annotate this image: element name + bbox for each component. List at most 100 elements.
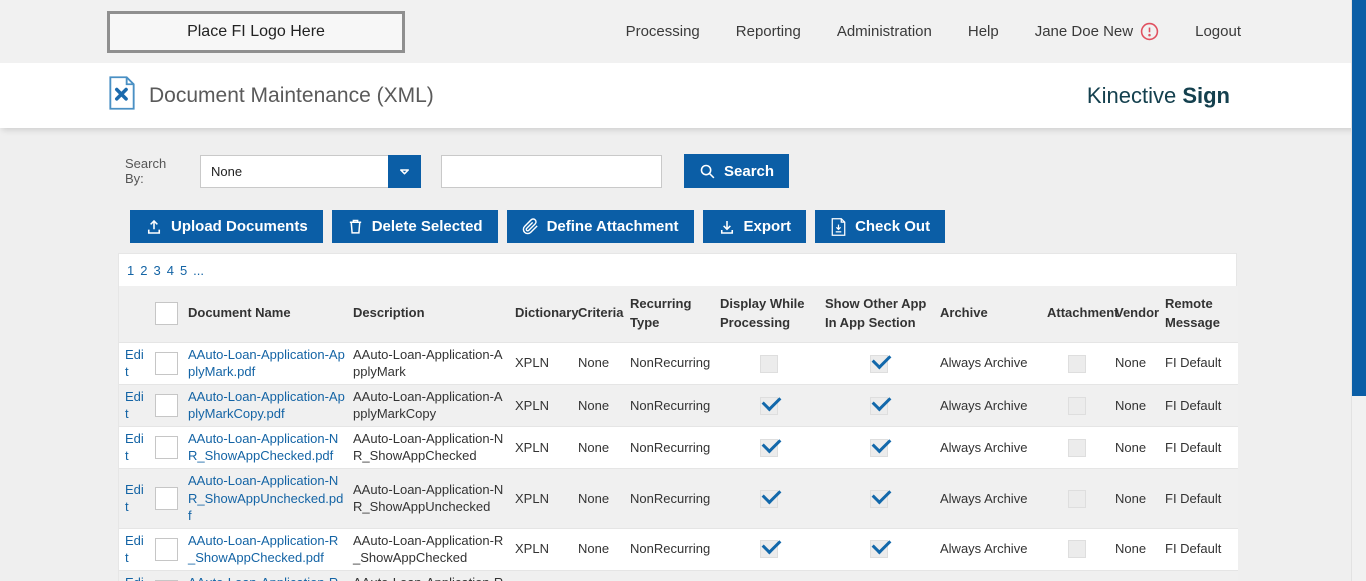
edit-link[interactable]: Edit — [125, 575, 144, 581]
page-link-1[interactable]: 1 — [127, 263, 134, 278]
check-out-label: Check Out — [855, 218, 930, 235]
alert-circle-icon — [1140, 22, 1159, 41]
table-row: Edit AAuto-Loan-Application-ApplyMarkCop… — [119, 384, 1238, 426]
document-name-link[interactable]: AAuto-Loan-Application-ApplyMark.pdf — [188, 347, 345, 380]
page-link-4[interactable]: 4 — [167, 263, 174, 278]
table-body: Edit AAuto-Loan-Application-ApplyMark.pd… — [119, 342, 1238, 581]
attachment-checkbox — [1068, 397, 1086, 415]
delete-selected-button[interactable]: Delete Selected — [332, 210, 498, 243]
pagination: 12345... — [119, 254, 1236, 286]
vertical-scrollbar[interactable] — [1351, 0, 1366, 581]
table-header-row: Document Name Description Dictionary Cri… — [119, 286, 1238, 342]
archive-cell: Always Archive — [936, 342, 1043, 384]
page-link-more[interactable]: ... — [193, 263, 204, 278]
edit-link[interactable]: Edit — [125, 533, 144, 566]
recurring-type-cell: NonRecurring — [626, 528, 716, 570]
document-name-link[interactable]: AAuto-Loan-Application-ApplyMarkCopy.pdf — [188, 389, 345, 422]
archive-cell: Always Archive — [936, 570, 1043, 581]
search-input[interactable] — [441, 155, 662, 188]
page-title: Document Maintenance (XML) — [149, 84, 434, 108]
archive-cell: Always Archive — [936, 384, 1043, 426]
fi-logo-placeholder: Place FI Logo Here — [107, 11, 405, 53]
table-row: Edit AAuto-Loan-Application-R_ShowAppUnc… — [119, 570, 1238, 581]
recurring-type-cell: NonRecurring — [626, 384, 716, 426]
recurring-type-cell: NonRecurring — [626, 468, 716, 528]
page-link-3[interactable]: 3 — [153, 263, 160, 278]
header-archive: Archive — [936, 286, 1043, 342]
criteria-cell: None — [574, 570, 626, 581]
remote-message-cell: FI Default — [1161, 570, 1238, 581]
header-criteria: Criteria — [574, 286, 626, 342]
documents-table-panel: 12345... Document Name Description Dicti… — [118, 253, 1237, 581]
select-all-checkbox[interactable] — [155, 302, 178, 325]
select-all-checkbox-cell — [151, 286, 184, 342]
define-attachment-button[interactable]: Define Attachment — [507, 210, 694, 243]
header-attachment: Attachment — [1043, 286, 1111, 342]
nav-reporting[interactable]: Reporting — [736, 23, 801, 40]
check-out-button[interactable]: Check Out — [815, 210, 945, 243]
delete-selected-label: Delete Selected — [372, 218, 483, 235]
logout-link[interactable]: Logout — [1195, 23, 1241, 40]
define-attachment-label: Define Attachment — [547, 218, 679, 235]
search-button[interactable]: Search — [684, 154, 789, 188]
dictionary-cell: XPLN — [511, 528, 574, 570]
edit-link[interactable]: Edit — [125, 431, 144, 464]
show-other-app-checkbox — [870, 355, 888, 373]
table-row: Edit AAuto-Loan-Application-NR_ShowAppCh… — [119, 426, 1238, 468]
action-toolbar: Upload Documents Delete Selected Define … — [130, 210, 1366, 243]
row-select-checkbox[interactable] — [155, 487, 178, 510]
search-by-label: Search By: — [125, 156, 188, 186]
chevron-down-icon[interactable] — [388, 155, 421, 188]
trash-icon — [347, 218, 364, 235]
nav-administration[interactable]: Administration — [837, 23, 932, 40]
nav-help[interactable]: Help — [968, 23, 999, 40]
document-name-link[interactable]: AAuto-Loan-Application-NR_ShowAppChecked… — [188, 431, 338, 464]
row-select-checkbox[interactable] — [155, 394, 178, 417]
recurring-type-cell: NonRecurring — [626, 342, 716, 384]
nav-processing[interactable]: Processing — [626, 23, 700, 40]
row-select-checkbox[interactable] — [155, 538, 178, 561]
show-other-app-checkbox — [870, 540, 888, 558]
upload-documents-button[interactable]: Upload Documents — [130, 210, 323, 243]
upload-documents-label: Upload Documents — [171, 218, 308, 235]
scrollbar-thumb[interactable] — [1352, 0, 1366, 396]
user-menu[interactable]: Jane Doe New — [1035, 22, 1159, 41]
archive-cell: Always Archive — [936, 468, 1043, 528]
display-while-processing-checkbox — [760, 439, 778, 457]
document-name-link[interactable]: AAuto-Loan-Application-R_ShowAppUnchecke… — [188, 575, 338, 581]
page-link-5[interactable]: 5 — [180, 263, 187, 278]
vendor-cell: None — [1111, 342, 1161, 384]
criteria-cell: None — [574, 384, 626, 426]
header-show-other-app: Show Other App In App Section — [821, 286, 936, 342]
edit-link[interactable]: Edit — [125, 482, 144, 515]
recurring-type-cell: NonRecurring — [626, 426, 716, 468]
edit-link[interactable]: Edit — [125, 389, 144, 422]
xml-document-icon — [108, 76, 136, 115]
header-vendor: Vendor — [1111, 286, 1161, 342]
criteria-cell: None — [574, 468, 626, 528]
user-name[interactable]: Jane Doe New — [1035, 23, 1133, 40]
display-while-processing-checkbox — [760, 397, 778, 415]
search-by-dropdown[interactable]: None — [200, 155, 421, 188]
export-button[interactable]: Export — [703, 210, 807, 243]
criteria-cell: None — [574, 528, 626, 570]
description-cell: AAuto-Loan-Application-R_ShowAppUnchecke… — [349, 570, 511, 581]
remote-message-cell: FI Default — [1161, 384, 1238, 426]
header-dictionary: Dictionary — [511, 286, 574, 342]
top-bar: Place FI Logo Here Processing Reporting … — [0, 0, 1366, 63]
vendor-cell: None — [1111, 468, 1161, 528]
search-button-label: Search — [724, 163, 774, 180]
page-link-2[interactable]: 2 — [140, 263, 147, 278]
attachment-checkbox — [1068, 540, 1086, 558]
archive-cell: Always Archive — [936, 528, 1043, 570]
row-select-checkbox[interactable] — [155, 352, 178, 375]
row-select-checkbox[interactable] — [155, 436, 178, 459]
document-name-link[interactable]: AAuto-Loan-Application-R_ShowAppChecked.… — [188, 533, 338, 566]
attachment-checkbox — [1068, 490, 1086, 508]
criteria-cell: None — [574, 342, 626, 384]
vendor-cell: None — [1111, 426, 1161, 468]
dictionary-cell: XPLN — [511, 384, 574, 426]
document-name-link[interactable]: AAuto-Loan-Application-NR_ShowAppUncheck… — [188, 473, 343, 523]
archive-cell: Always Archive — [936, 426, 1043, 468]
edit-link[interactable]: Edit — [125, 347, 144, 380]
